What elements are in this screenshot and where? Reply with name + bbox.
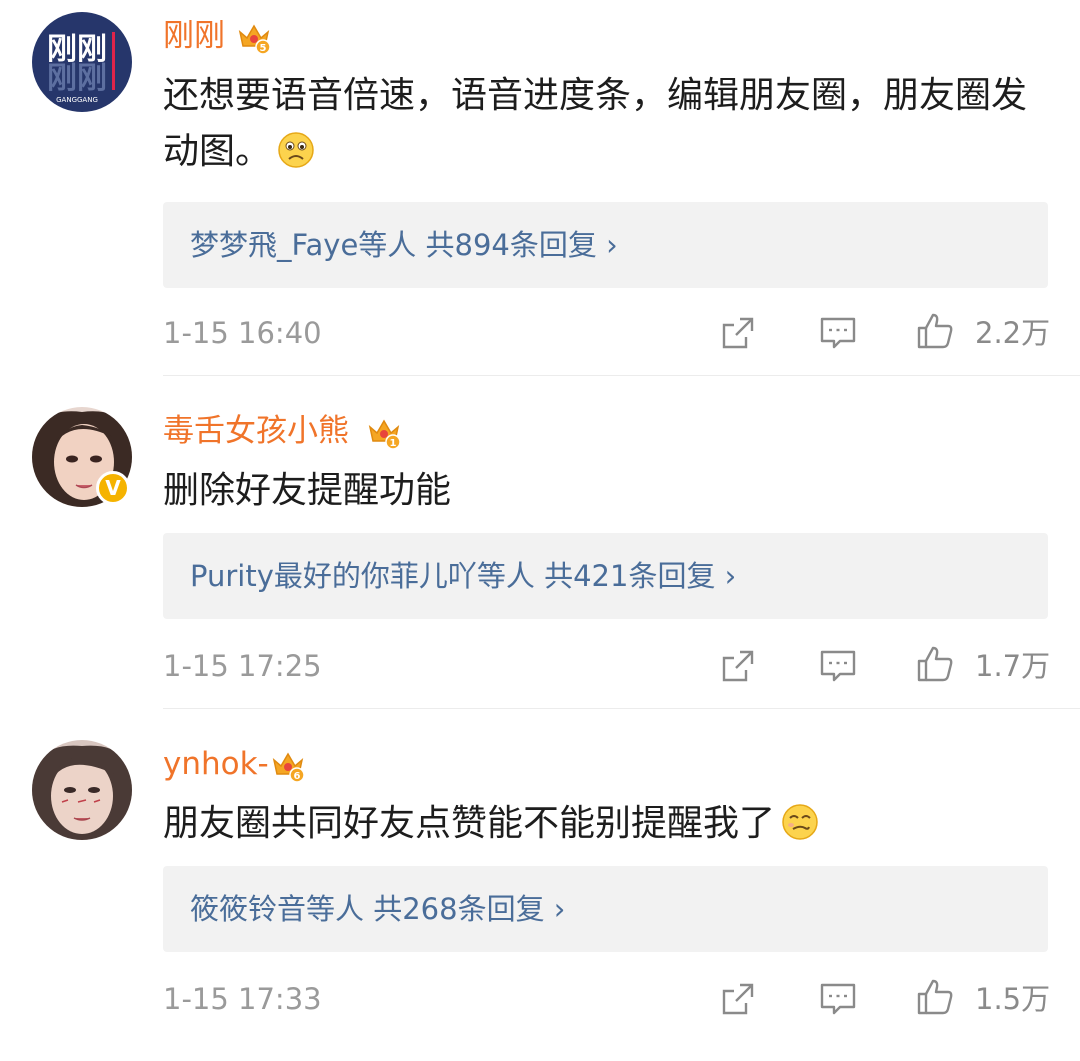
thumbs-up-icon[interactable]: [915, 977, 955, 1017]
reply-summary-box[interactable]: 梦梦飛_Faye等人 共894条回复 ›: [163, 202, 1048, 288]
crown-level: 5: [260, 43, 267, 54]
comment-body: 朋友圈共同好友点赞能不能别提醒我了: [163, 803, 776, 844]
sad-face-emoji: [278, 132, 314, 168]
comment-text: 还想要语音倍速，语音进度条，编辑朋友圈，朋友圈发动图。: [163, 68, 1043, 180]
username[interactable]: 刚刚: [163, 16, 225, 56]
share-icon[interactable]: [718, 646, 758, 686]
reply-summary-link[interactable]: 筱筱铃音等人 共268条回复 ›: [190, 866, 565, 952]
comment-item: V 毒舌女孩小熊 1 删除好友提醒功能 Purity最好的你菲儿吖等人 共421…: [0, 395, 1080, 728]
crown-level: 1: [390, 438, 397, 449]
crown-badge-icon: 1: [368, 419, 401, 449]
avatar-image: 刚刚 刚刚 GANGGANG: [32, 12, 132, 112]
divider: [163, 375, 1080, 376]
smirk-face-emoji: [782, 804, 818, 840]
reply-summary-box[interactable]: 筱筱铃音等人 共268条回复 ›: [163, 866, 1048, 952]
comment-icon[interactable]: [818, 979, 858, 1019]
comment-item: 刚刚 刚刚 GANGGANG 刚刚 5 还想要语音倍速，语音进度条，编辑朋友圈，…: [0, 0, 1080, 350]
reply-summary-link[interactable]: 梦梦飛_Faye等人 共894条回复 ›: [190, 202, 618, 288]
timestamp: 1-15 17:33: [163, 982, 322, 1016]
comment-text: 朋友圈共同好友点赞能不能别提醒我了: [163, 796, 1043, 852]
reply-summary-box[interactable]: Purity最好的你菲儿吖等人 共421条回复 ›: [163, 533, 1048, 619]
timestamp: 1-15 16:40: [163, 316, 322, 350]
thumbs-up-icon[interactable]: [915, 644, 955, 684]
share-icon[interactable]: [718, 313, 758, 353]
verified-badge: V: [96, 471, 130, 505]
crown-level: 6: [294, 771, 301, 782]
thumbs-up-icon[interactable]: [915, 311, 955, 351]
crown-badge-icon: 5: [238, 24, 271, 54]
avatar[interactable]: [32, 740, 132, 840]
comment-item: ynhok- 6 朋友圈共同好友点赞能不能别提醒我了 筱筱铃音等人 共268条回…: [0, 728, 1080, 1061]
avatar-text-bottom: 刚刚: [47, 61, 107, 96]
comment-icon[interactable]: [818, 313, 858, 353]
timestamp: 1-15 17:25: [163, 649, 322, 683]
divider: [163, 708, 1080, 709]
comment-body: 删除好友提醒功能: [163, 470, 452, 511]
like-count: 1.7万: [975, 649, 1051, 683]
username[interactable]: 毒舌女孩小熊: [163, 411, 349, 451]
like-count: 2.2万: [975, 316, 1051, 350]
reply-summary-link[interactable]: Purity最好的你菲儿吖等人 共421条回复 ›: [190, 533, 736, 619]
username[interactable]: ynhok-: [163, 744, 269, 784]
comment-icon[interactable]: [818, 646, 858, 686]
share-icon[interactable]: [718, 979, 758, 1019]
like-count: 1.5万: [975, 982, 1051, 1016]
crown-badge-icon: 6: [272, 752, 305, 782]
avatar[interactable]: 刚刚 刚刚 GANGGANG: [32, 12, 132, 112]
comment-text: 删除好友提醒功能: [163, 463, 1043, 519]
avatar-caption: GANGGANG: [56, 96, 98, 104]
avatar-image: [32, 740, 132, 840]
